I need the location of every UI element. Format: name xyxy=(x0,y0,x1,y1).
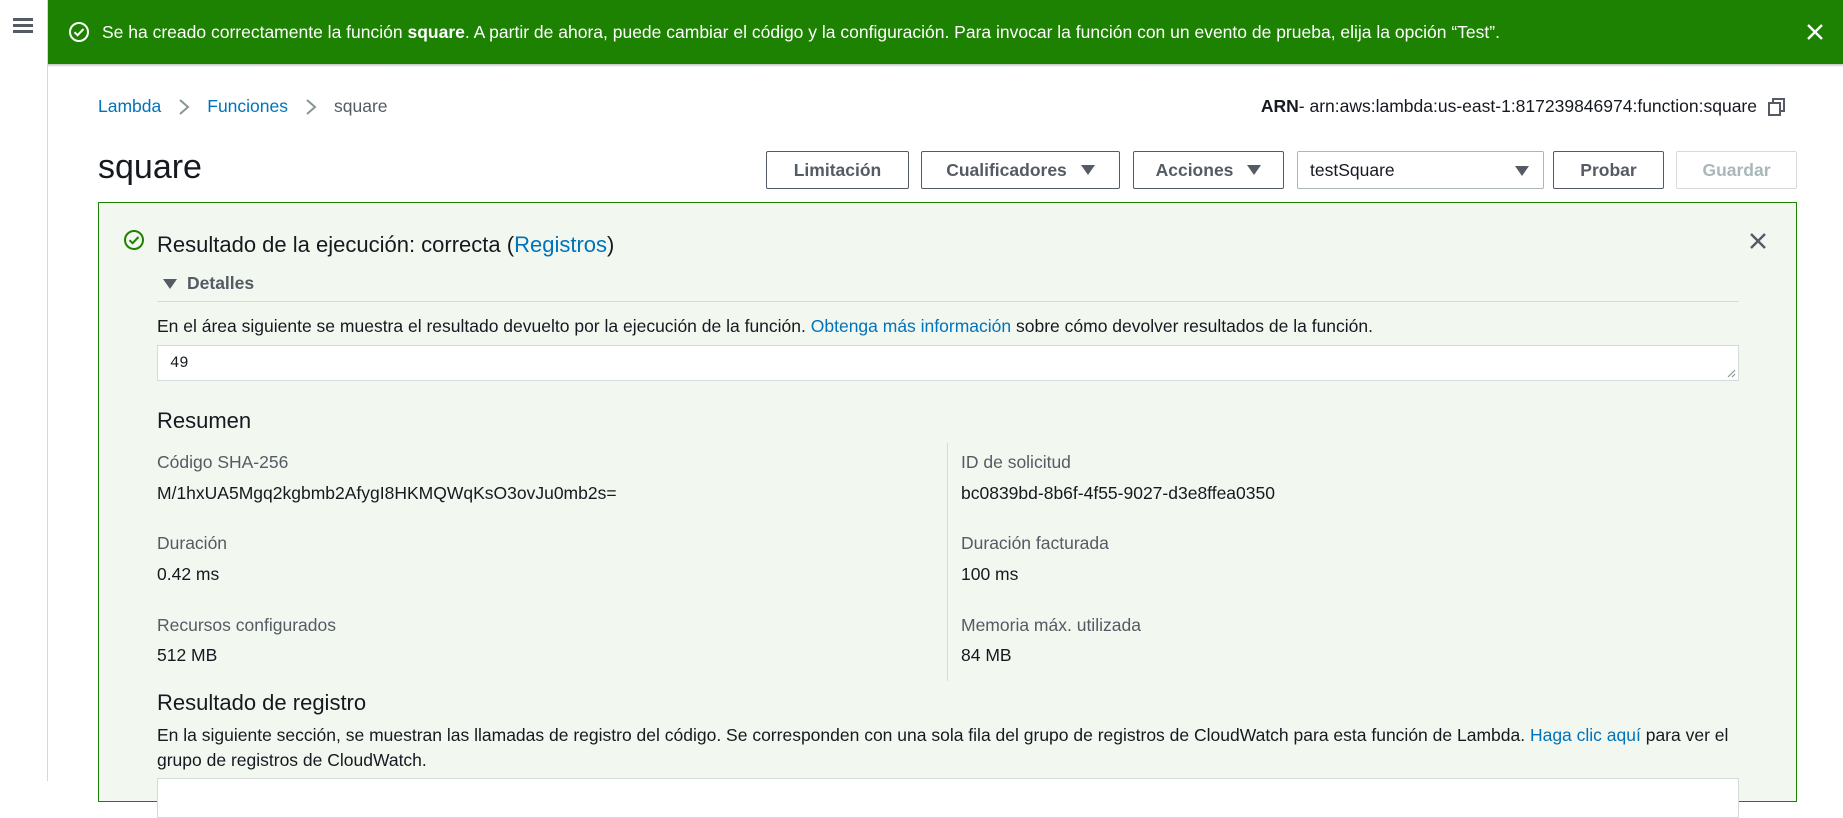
resources-value: 512 MB xyxy=(157,645,218,665)
test-event-select[interactable]: testSquare xyxy=(1297,151,1544,189)
billed-duration-label: Duración facturada xyxy=(961,533,1109,553)
test-button[interactable]: Probar xyxy=(1553,151,1664,189)
details-toggle[interactable]: Detalles xyxy=(163,273,254,294)
duration-value: 0.42 ms xyxy=(157,564,220,584)
caret-down-icon xyxy=(1515,166,1529,176)
max-memory-value: 84 MB xyxy=(961,645,1012,665)
close-icon[interactable] xyxy=(1746,229,1770,253)
page-title: square xyxy=(98,148,202,186)
close-icon[interactable] xyxy=(1803,20,1827,44)
execution-result-panel: Resultado de la ejecución: correcta (Reg… xyxy=(98,202,1797,818)
flash-divider xyxy=(48,64,1843,67)
log-output-description: En la siguiente sección, se muestran las… xyxy=(157,725,1729,770)
cloudwatch-link[interactable]: Haga clic aquí xyxy=(1530,725,1641,745)
actions-dropdown[interactable]: Acciones xyxy=(1133,151,1284,189)
breadcrumb-current: square xyxy=(334,96,388,116)
summary-column-divider xyxy=(947,443,948,681)
request-id-label: ID de solicitud xyxy=(961,452,1071,472)
caret-down-icon xyxy=(1080,165,1095,175)
result-output[interactable]: 49 xyxy=(157,345,1739,381)
arn-label: ARN xyxy=(1260,96,1299,116)
hamburger-menu-icon[interactable] xyxy=(13,16,33,34)
execution-result-heading: Resultado de la ejecución: correcta (Reg… xyxy=(157,232,615,257)
breadcrumb: Lambda Funciones square xyxy=(98,96,388,117)
result-output-text: 49 xyxy=(170,354,189,372)
request-id-value: bc0839bd-8b6f-4f55-9027-d3e8ffea0350 xyxy=(961,483,1275,503)
details-divider xyxy=(157,301,1739,302)
resize-handle-icon[interactable] xyxy=(1726,368,1736,378)
log-output-title: Resultado de registro xyxy=(157,690,367,715)
qualifiers-dropdown[interactable]: Cualificadores xyxy=(921,151,1120,189)
duration-label: Duración xyxy=(157,533,228,553)
chevron-right-icon xyxy=(179,98,190,115)
max-memory-label: Memoria máx. utilizada xyxy=(961,615,1141,635)
log-output-box[interactable] xyxy=(157,778,1739,818)
check-circle-icon xyxy=(124,230,144,250)
chevron-right-icon xyxy=(306,98,317,115)
breadcrumb-lambda[interactable]: Lambda xyxy=(98,96,161,117)
throttle-button[interactable]: Limitación xyxy=(766,151,909,189)
code-sha-label: Código SHA-256 xyxy=(157,452,289,472)
summary-title: Resumen xyxy=(157,408,252,433)
logs-link[interactable]: Registros xyxy=(514,232,607,257)
breadcrumb-functions[interactable]: Funciones xyxy=(207,96,288,117)
resources-label: Recursos configurados xyxy=(157,615,336,635)
arn-value: - arn:aws:lambda:us-east-1:817239846974:… xyxy=(1298,96,1757,116)
check-circle-icon xyxy=(69,22,89,42)
code-sha-value: M/1hxUA5Mgq2kgbmb2AfygI8HKMQWqKsO3ovJu0m… xyxy=(157,483,617,503)
flash-function-name: square xyxy=(407,21,465,42)
caret-down-icon xyxy=(1247,165,1262,175)
function-arn: ARN - arn:aws:lambda:us-east-1:817239846… xyxy=(1261,96,1787,117)
learn-more-link[interactable]: Obtenga más información xyxy=(811,316,1011,336)
save-button[interactable]: Guardar xyxy=(1676,151,1797,189)
copy-icon[interactable] xyxy=(1767,97,1787,117)
side-navigation xyxy=(0,0,48,781)
flash-message: Se ha creado correctamente la función sq… xyxy=(102,21,1500,42)
result-description: En el área siguiente se muestra el resul… xyxy=(157,316,1374,336)
caret-down-icon xyxy=(163,278,177,289)
billed-duration-value: 100 ms xyxy=(961,564,1019,584)
success-flash-banner: Se ha creado correctamente la función sq… xyxy=(48,0,1843,64)
